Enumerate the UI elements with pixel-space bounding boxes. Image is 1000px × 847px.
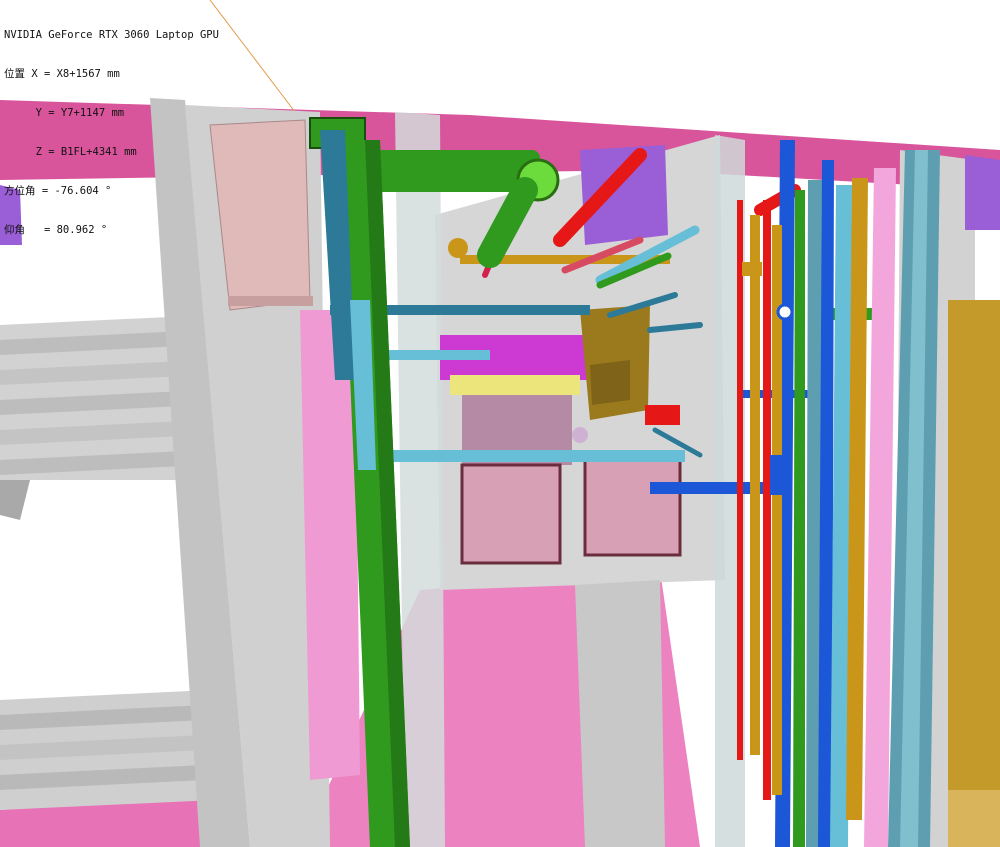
- 3d-viewport[interactable]: NVIDIA GeForce RTX 3060 Laptop GPU 位置 X …: [0, 0, 1000, 847]
- wall-lower-center: [575, 580, 665, 847]
- mesh-panel-right: [948, 300, 1000, 847]
- bim-model-scene: [0, 0, 1000, 847]
- vertical-pipe-bundle: [737, 140, 940, 847]
- mesh-panel-right-base: [948, 790, 1000, 847]
